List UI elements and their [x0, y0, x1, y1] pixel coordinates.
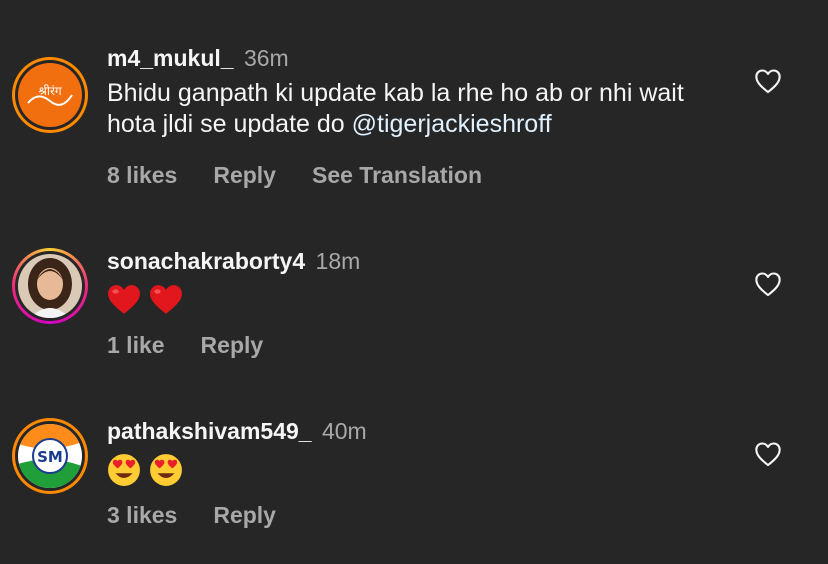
- comment-actions: 1 like Reply: [107, 332, 263, 359]
- comment-item: श्रीरंग m4_mukul_ 36m Bhidu ganpath ki u…: [0, 0, 828, 210]
- avatar-image: [18, 254, 82, 318]
- like-heart-icon[interactable]: [754, 441, 782, 467]
- username[interactable]: m4_mukul_: [107, 45, 234, 71]
- like-heart-icon[interactable]: [754, 68, 782, 94]
- reply-button[interactable]: Reply: [213, 502, 276, 529]
- comment-item: sonachakraborty4 18m 1 like Reply: [0, 210, 828, 380]
- heart-eyes-icon: [108, 454, 140, 486]
- avatar[interactable]: श्रीरंग: [12, 57, 88, 133]
- username[interactable]: sonachakraborty4: [107, 248, 305, 274]
- like-heart-icon[interactable]: [754, 271, 782, 297]
- heart-eyes-icon: [150, 454, 182, 486]
- svg-text:SM: SM: [37, 448, 63, 466]
- likes-count[interactable]: 8 likes: [107, 162, 177, 189]
- reply-button[interactable]: Reply: [213, 162, 276, 189]
- avatar-image: SM: [18, 424, 82, 488]
- username[interactable]: pathakshivam549_: [107, 418, 312, 444]
- timestamp: 18m: [315, 248, 361, 274]
- comment-emojis: [107, 283, 728, 317]
- avatar[interactable]: [12, 248, 88, 324]
- timestamp: 40m: [321, 418, 367, 444]
- svg-text:श्रीरंग: श्रीरंग: [38, 84, 62, 98]
- comment-actions: 8 likes Reply See Translation: [107, 162, 482, 189]
- timestamp: 36m: [243, 45, 289, 71]
- avatar[interactable]: SM: [12, 418, 88, 494]
- comment-emojis: [107, 453, 728, 487]
- comment-item: SM pathakshivam549_ 40m 3 likes Reply: [0, 380, 828, 564]
- reply-button[interactable]: Reply: [201, 332, 264, 359]
- comment-text: Bhidu ganpath ki update kab la rhe ho ab…: [107, 79, 684, 138]
- likes-count[interactable]: 3 likes: [107, 502, 177, 529]
- avatar-image: श्रीरंग: [18, 63, 82, 127]
- see-translation-button[interactable]: See Translation: [312, 162, 482, 189]
- likes-count[interactable]: 1 like: [107, 332, 165, 359]
- comment-actions: 3 likes Reply: [107, 502, 276, 529]
- mention-link[interactable]: @tigerjackieshroff: [352, 110, 552, 138]
- red-heart-icon: [150, 285, 182, 314]
- red-heart-icon: [108, 285, 140, 314]
